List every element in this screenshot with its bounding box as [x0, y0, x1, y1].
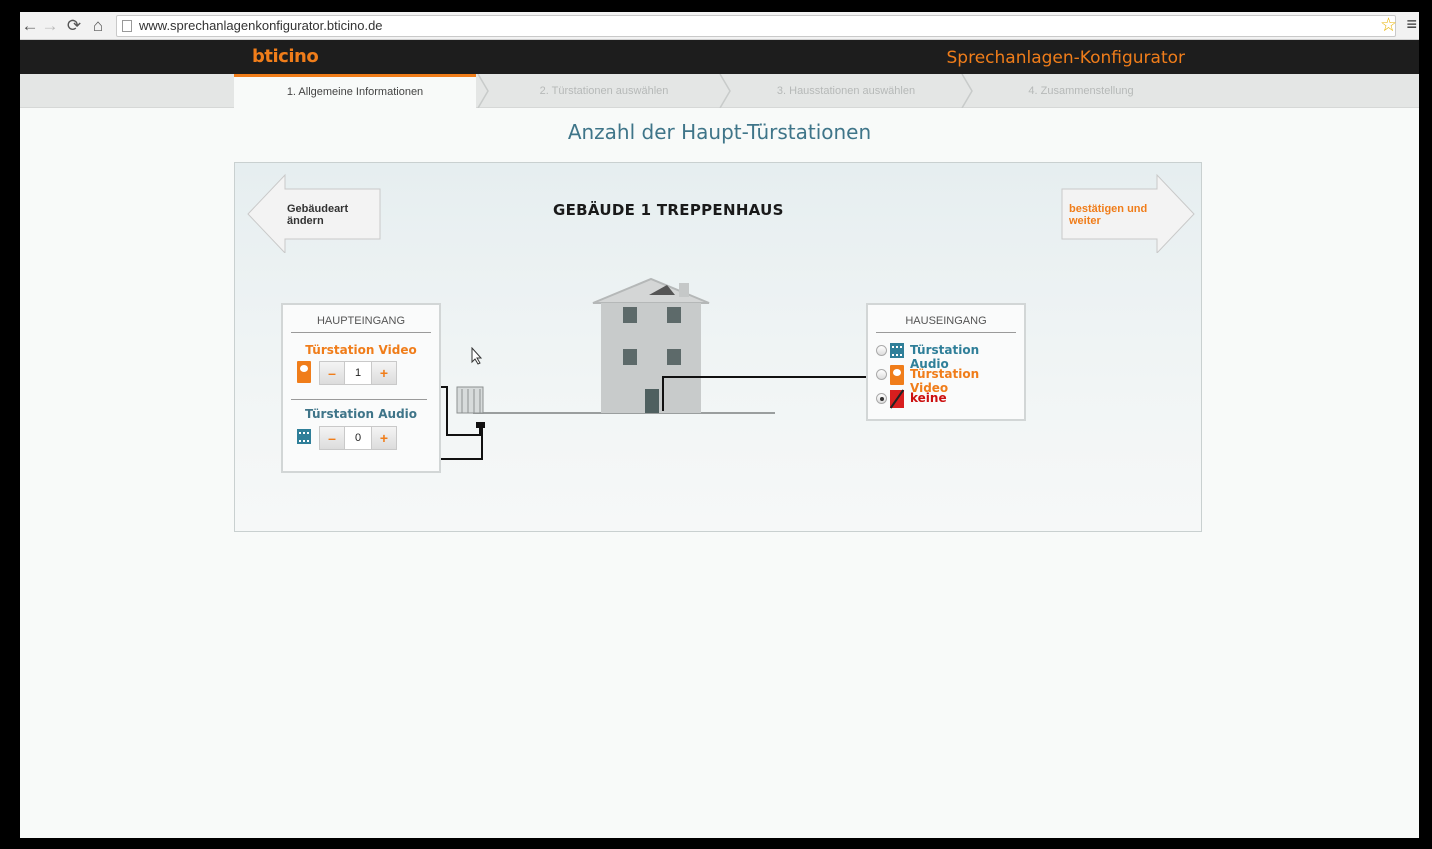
audio-door-station-icon	[297, 429, 311, 444]
step-1-tab[interactable]: 1. Allgemeine Informationen	[234, 74, 476, 108]
step-4-tab[interactable]: 4. Zusammenstellung	[974, 74, 1188, 108]
page-title: Anzahl der Haupt-Türstationen	[567, 120, 872, 144]
app-title: Sprechanlagen-Konfigurator	[946, 48, 1185, 68]
video-count-stepper: – 1 +	[319, 361, 399, 385]
main-entrance-heading: HAUPTEINGANG	[291, 315, 431, 333]
option-none-label: keine	[910, 391, 947, 405]
back-arrow-icon[interactable]: ←	[20, 16, 40, 36]
no-station-icon	[890, 390, 904, 408]
browser-toolbar: ← → ⟳ ⌂ www.sprechanlagenkonfigurator.bt…	[20, 12, 1419, 40]
step-label: 4. Zusammenstellung	[1028, 85, 1134, 97]
step-label: 1. Allgemeine Informationen	[286, 86, 424, 98]
bookmark-star-icon[interactable]: ☆	[1380, 14, 1397, 37]
video-count-value[interactable]: 1	[345, 361, 371, 385]
audio-station-title: Türstation Audio	[304, 407, 418, 421]
page: bticino Sprechanlagen-Konfigurator 1. Al…	[20, 40, 1419, 838]
house-entrance-heading: HAUSEINGANG	[876, 315, 1016, 333]
step-chevron-icon	[961, 74, 973, 108]
step-2-tab[interactable]: 2. Türstationen auswählen	[490, 74, 718, 108]
audio-radio[interactable]	[876, 345, 887, 356]
option-audio[interactable]: Türstation Audio	[876, 341, 1016, 371]
menu-icon[interactable]: ≡	[1406, 14, 1417, 35]
audio-count-stepper: – 0 +	[319, 426, 399, 450]
step-chevron-icon	[719, 74, 731, 108]
address-bar[interactable]: www.sprechanlagenkonfigurator.bticino.de	[116, 15, 1396, 37]
site-header: bticino Sprechanlagen-Konfigurator	[20, 40, 1419, 74]
step-label: 2. Türstationen auswählen	[539, 85, 669, 97]
house-icon	[592, 277, 710, 413]
video-station-title: Türstation Video	[305, 343, 417, 357]
audio-increment-button[interactable]: +	[371, 426, 397, 450]
url-text: www.sprechanlagenkonfigurator.bticino.de	[139, 18, 383, 33]
house-entrance-box: HAUSEINGANG Türstation Audio Türstation …	[866, 303, 1026, 421]
video-radio[interactable]	[876, 369, 887, 380]
gate-icon	[456, 386, 484, 414]
step-label: 3. Hausstationen auswählen	[776, 85, 916, 97]
reload-icon[interactable]: ⟳	[64, 16, 84, 36]
home-icon[interactable]: ⌂	[88, 16, 108, 36]
video-door-station-icon	[890, 365, 904, 385]
step-3-tab[interactable]: 3. Hausstationen auswählen	[732, 74, 960, 108]
forward-arrow-icon[interactable]: →	[40, 16, 60, 36]
none-radio[interactable]	[876, 393, 887, 404]
page-icon	[122, 20, 132, 32]
audio-count-value[interactable]: 0	[345, 426, 371, 450]
mouse-cursor-icon	[471, 347, 483, 365]
option-video[interactable]: Türstation Video	[876, 365, 1016, 395]
logo-text: bticino	[252, 46, 319, 67]
video-door-station-icon	[297, 361, 311, 383]
divider	[291, 399, 427, 400]
audio-door-station-icon	[890, 343, 904, 358]
option-none[interactable]: keine	[876, 389, 1016, 409]
bticino-logo[interactable]: bticino	[252, 46, 319, 67]
audio-decrement-button[interactable]: –	[319, 426, 345, 450]
main-entrance-box: HAUPTEINGANG Türstation Video – 1 + Türs…	[281, 303, 441, 473]
steps-bar: 1. Allgemeine Informationen 2. Türstatio…	[20, 74, 1419, 108]
video-increment-button[interactable]: +	[371, 361, 397, 385]
video-decrement-button[interactable]: –	[319, 361, 345, 385]
step-chevron-icon	[477, 74, 489, 108]
config-panel: Gebäudeart ändern GEBÄUDE 1 TREPPENHAUS …	[234, 162, 1202, 532]
